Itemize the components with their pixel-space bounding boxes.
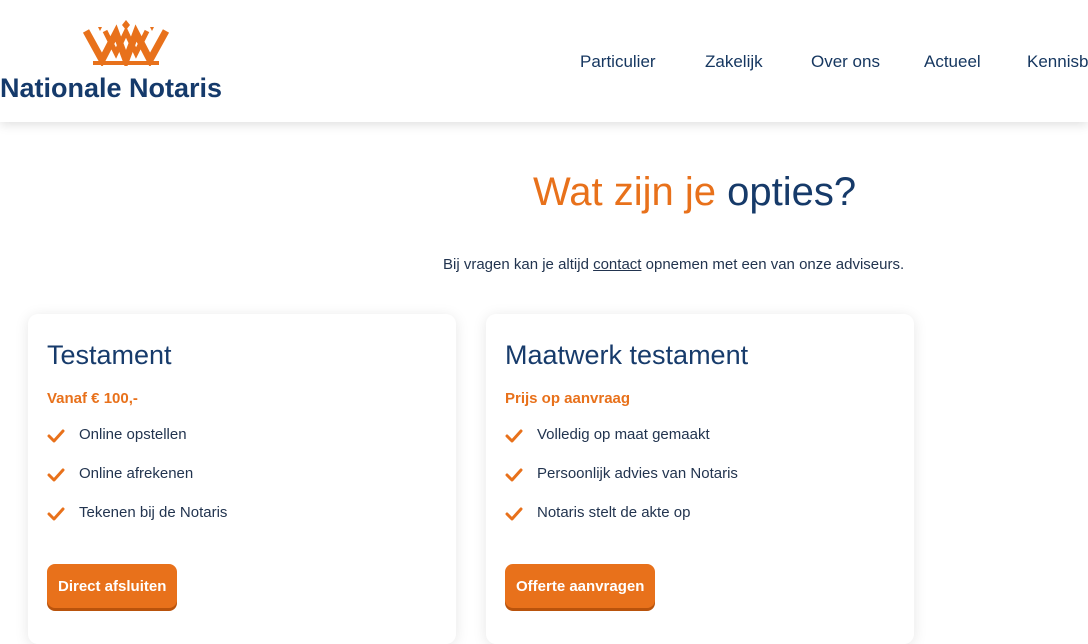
feature-label: Online afrekenen — [79, 465, 194, 482]
nav-item-actueel[interactable]: Actueel — [924, 52, 981, 72]
direct-afsluiten-button[interactable]: Direct afsluiten — [47, 564, 178, 608]
feature-label: Tekenen bij de Notaris — [79, 504, 228, 521]
feature-list: Online opstellen Online afrekenen Tekene… — [47, 426, 227, 543]
checkmark-icon — [47, 507, 65, 521]
feature-label: Notaris stelt de akte op — [537, 504, 691, 521]
checkmark-icon — [505, 507, 523, 521]
card-price: Vanaf € 100,- — [47, 390, 138, 407]
checkmark-icon — [505, 468, 523, 482]
checkmark-icon — [47, 429, 65, 443]
intro-text: Bij vragen kan je altijd contact opnemen… — [443, 256, 904, 273]
feature-list: Volledig op maat gemaakt Persoonlijk adv… — [505, 426, 738, 543]
page-title-part2: opties? — [727, 170, 857, 214]
offerte-aanvragen-button[interactable]: Offerte aanvragen — [505, 564, 656, 608]
logo[interactable]: Nationale Notaris — [0, 20, 260, 110]
intro-text-before: Bij vragen kan je altijd — [443, 256, 594, 273]
nav-item-kennisbank[interactable]: Kennisb — [1027, 52, 1088, 72]
nav-item-particulier[interactable]: Particulier — [580, 52, 656, 72]
feature-item: Volledig op maat gemaakt — [505, 426, 738, 465]
contact-link[interactable]: contact — [593, 256, 641, 273]
card-price: Prijs op aanvraag — [505, 390, 631, 407]
feature-item: Online opstellen — [47, 426, 227, 465]
nav-item-over-ons[interactable]: Over ons — [811, 52, 880, 72]
card-title: Testament — [47, 340, 172, 370]
feature-item: Tekenen bij de Notaris — [47, 504, 227, 543]
page-title: Wat zijn je opties? — [533, 170, 856, 215]
card-testament: Testament Vanaf € 100,- Online opstellen… — [28, 314, 456, 644]
site-header: Nationale Notaris Particulier Zakelijk O… — [0, 0, 1088, 122]
feature-label: Online opstellen — [79, 426, 187, 443]
intro-text-after: opnemen met een van onze adviseurs. — [641, 256, 905, 273]
feature-item: Online afrekenen — [47, 465, 227, 504]
feature-label: Volledig op maat gemaakt — [537, 426, 710, 443]
checkmark-icon — [47, 468, 65, 482]
feature-item: Notaris stelt de akte op — [505, 504, 738, 543]
card-title: Maatwerk testament — [505, 340, 749, 370]
logo-text: Nationale Notaris — [0, 73, 223, 103]
nav-item-zakelijk[interactable]: Zakelijk — [705, 52, 763, 72]
checkmark-icon — [505, 429, 523, 443]
crown-logo-icon — [83, 20, 169, 66]
card-maatwerk-testament: Maatwerk testament Prijs op aanvraag Vol… — [486, 314, 914, 644]
feature-item: Persoonlijk advies van Notaris — [505, 465, 738, 504]
feature-label: Persoonlijk advies van Notaris — [537, 465, 738, 482]
page-title-part1: Wat zijn je — [533, 170, 717, 214]
